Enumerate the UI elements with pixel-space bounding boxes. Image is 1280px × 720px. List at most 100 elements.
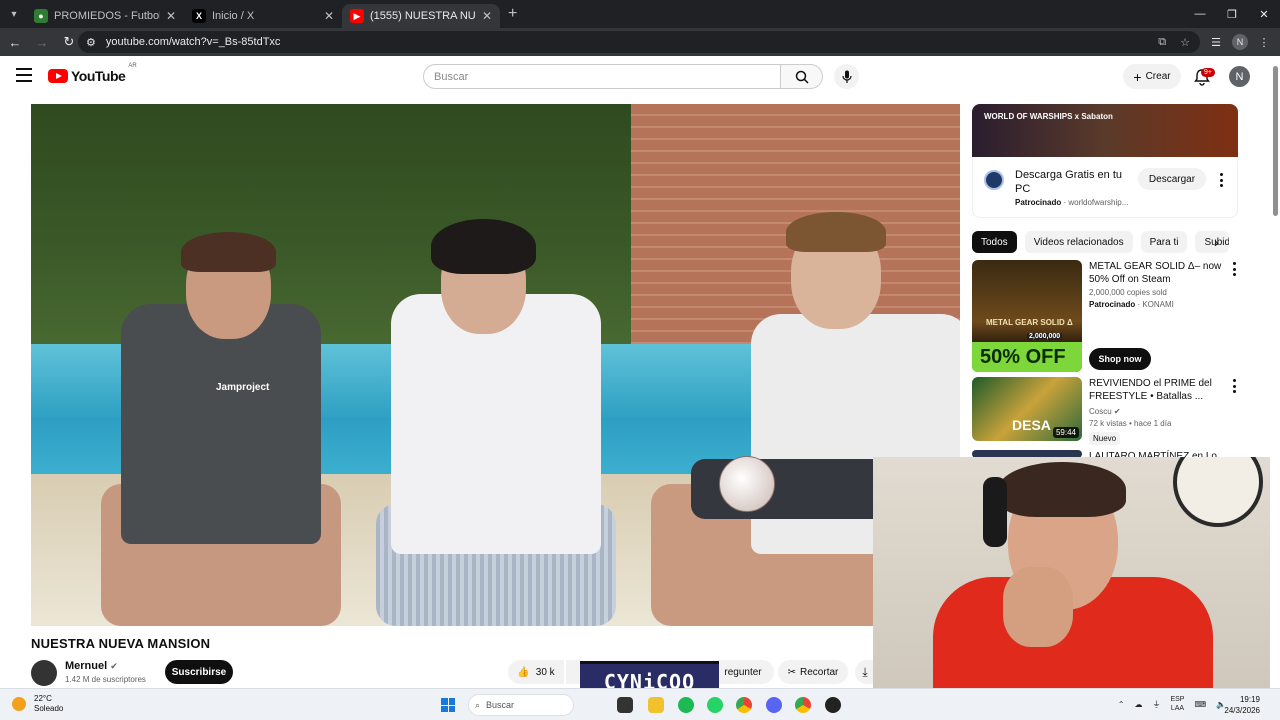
chip-all[interactable]: Todos	[972, 231, 1017, 253]
new-tab-icon[interactable]: +	[508, 5, 517, 23]
ad-more-icon[interactable]	[1216, 173, 1226, 187]
youtube-header: YouTube AR Buscar + Crear	[0, 56, 1270, 98]
weather-condition: Soleado	[34, 704, 64, 713]
video-title: NUESTRA NUEVA MANSION	[31, 636, 211, 651]
tab-label: PROMIEDOS - Futbol Argentino	[54, 10, 160, 22]
maximize-icon[interactable]: ❐	[1216, 0, 1248, 28]
close-tab-icon[interactable]: ✕	[324, 9, 334, 23]
recommendation-title[interactable]: REVIVIENDO el PRIME del FREESTYLE • Bata…	[1089, 377, 1224, 403]
usb-icon[interactable]: ⏚	[1152, 699, 1160, 710]
chip-for-you[interactable]: Para ti	[1140, 231, 1188, 253]
profile-avatar[interactable]: N	[1232, 34, 1248, 50]
chip-related[interactable]: Videos relacionados	[1024, 231, 1133, 253]
tab-promiedos[interactable]: ● PROMIEDOS - Futbol Argentino ✕	[26, 4, 184, 28]
whatsapp-icon[interactable]	[707, 697, 723, 713]
weather-widget[interactable]: 22°C Soleado	[12, 694, 63, 714]
streamer-hair	[998, 462, 1126, 517]
back-icon[interactable]: ←	[3, 30, 27, 54]
thumbnail-text: DESA	[1012, 417, 1051, 433]
search-button[interactable]	[781, 64, 823, 89]
recommendation-channel: Coscu ✔	[1089, 407, 1121, 416]
ad-download-button[interactable]: Descargar	[1138, 168, 1206, 190]
scrollbar-thumb[interactable]	[1273, 66, 1278, 216]
video-duration: 59:44	[1052, 427, 1079, 438]
network-icon[interactable]: ⌨	[1194, 700, 1206, 709]
tab-search-icon[interactable]: ▾	[2, 2, 26, 26]
logo-text: YouTube	[71, 68, 126, 84]
clip-button[interactable]: ✂ Recortar	[778, 660, 848, 684]
person-right-hair	[786, 212, 886, 252]
recommendation-thumbnail[interactable]: METAL GEAR SOLID Δ 2,000,000 50% OFF	[972, 260, 1082, 372]
windows-start-icon[interactable]	[441, 698, 455, 712]
recommendation-more-icon[interactable]	[1229, 379, 1239, 393]
headphones-icon	[983, 477, 1007, 547]
sun-icon	[12, 697, 26, 711]
obs-icon[interactable]	[825, 697, 841, 713]
address-bar-row: ← → ↻ ⚙ youtube.com/watch?v=_Bs-85tdTxc …	[0, 28, 1280, 56]
search-input[interactable]: Buscar	[423, 64, 781, 89]
minimize-icon[interactable]: —	[1184, 0, 1216, 28]
ad-banner-text: WORLD OF WARSHIPS x Sabaton	[984, 112, 1113, 121]
bookmark-star-icon[interactable]: ☆	[1180, 36, 1190, 49]
verified-icon: ✔	[1113, 407, 1121, 416]
person-center-hair	[431, 219, 536, 274]
shop-now-button[interactable]: Shop now	[1089, 348, 1151, 370]
chrome-menu-icon[interactable]: ⋮	[1254, 32, 1274, 52]
chrome-icon[interactable]	[736, 697, 752, 713]
url-input[interactable]: ⚙ youtube.com/watch?v=_Bs-85tdTxc ⧉ ☆	[78, 31, 1200, 53]
spotify-icon[interactable]	[678, 697, 694, 713]
person-center	[391, 294, 601, 554]
channel-name: Coscu	[1089, 407, 1112, 416]
windows-taskbar: 22°C Soleado ⌕ Buscar ⌃ ☁ ⏚ ESP LAA ⌨ 🔈 …	[0, 688, 1280, 720]
ad-sponsor-line: Patrocinado · worldofwarship...	[1015, 198, 1129, 207]
ad-banner-image[interactable]: WORLD OF WARSHIPS x Sabaton	[972, 104, 1238, 157]
file-explorer-icon[interactable]	[648, 697, 664, 713]
chevron-up-icon[interactable]: ⌃	[1118, 700, 1125, 709]
close-tab-icon[interactable]: ✕	[166, 9, 176, 23]
ad-sponsored-label: Patrocinado	[1015, 198, 1062, 207]
soccer-ball	[719, 456, 775, 512]
download-icon[interactable]: ⤓	[855, 660, 875, 684]
create-button[interactable]: + Crear	[1123, 64, 1181, 89]
tab-label: (1555) NUESTRA NUEVA MANS	[370, 10, 476, 22]
search-icon: ⌕	[475, 699, 481, 710]
page-scrollbar[interactable]	[1270, 56, 1280, 688]
taskbar-search-input[interactable]: ⌕ Buscar	[468, 694, 574, 716]
channel-name-row[interactable]: Mernuel ✔	[65, 660, 118, 672]
youtube-logo[interactable]: YouTube AR	[48, 63, 137, 84]
taskbar-search-label: Buscar	[486, 700, 515, 710]
forward-icon[interactable]: →	[30, 30, 54, 54]
like-button[interactable]: 👍 30 k	[508, 660, 564, 684]
install-app-icon[interactable]: ⧉	[1158, 36, 1166, 49]
channel-name[interactable]: Mernuel	[65, 660, 107, 672]
close-window-icon[interactable]: ✕	[1248, 0, 1280, 28]
taskbar-clock[interactable]: 19:19 24/3/2026	[1224, 694, 1260, 716]
close-tab-icon[interactable]: ✕	[482, 9, 492, 23]
tab-youtube[interactable]: ▶ (1555) NUESTRA NUEVA MANS ✕	[342, 4, 500, 28]
streamer-webcam-overlay	[873, 457, 1280, 688]
task-view-icon[interactable]	[617, 697, 633, 713]
ad-title[interactable]: Descarga Gratis en tu PC	[1015, 168, 1125, 196]
advertiser-name: KONAMI	[1142, 300, 1174, 309]
account-avatar[interactable]: N	[1229, 66, 1250, 87]
channel-avatar[interactable]	[31, 660, 57, 686]
site-info-icon[interactable]: ⚙	[86, 36, 96, 49]
language-indicator[interactable]: ESP LAA	[1170, 695, 1184, 713]
discord-icon[interactable]	[766, 697, 782, 713]
menu-icon[interactable]	[16, 68, 32, 82]
video-player[interactable]: Jamproject	[31, 104, 960, 626]
extensions-icon[interactable]: ☰	[1206, 32, 1226, 52]
thumbnail-title-text: METAL GEAR SOLID Δ	[986, 318, 1073, 327]
voice-search-button[interactable]	[834, 64, 859, 89]
chevron-right-icon[interactable]: ›	[1214, 234, 1219, 250]
recommendation-more-icon[interactable]	[1229, 262, 1239, 276]
recommendation-title[interactable]: METAL GEAR SOLID Δ– now 50% Off on Steam	[1089, 260, 1224, 286]
tab-label: Inicio / X	[212, 10, 255, 22]
chip-uploaded[interactable]: Subid	[1195, 231, 1230, 253]
tab-x[interactable]: X Inicio / X ✕	[184, 4, 342, 28]
ask-button[interactable]: regunter	[712, 660, 774, 684]
chrome-profile-icon[interactable]	[795, 697, 811, 713]
recommendation-thumbnail[interactable]: DESA 59:44	[972, 377, 1082, 441]
cloud-icon[interactable]: ☁	[1134, 700, 1142, 709]
subscribe-button[interactable]: Suscribirse	[165, 660, 233, 684]
